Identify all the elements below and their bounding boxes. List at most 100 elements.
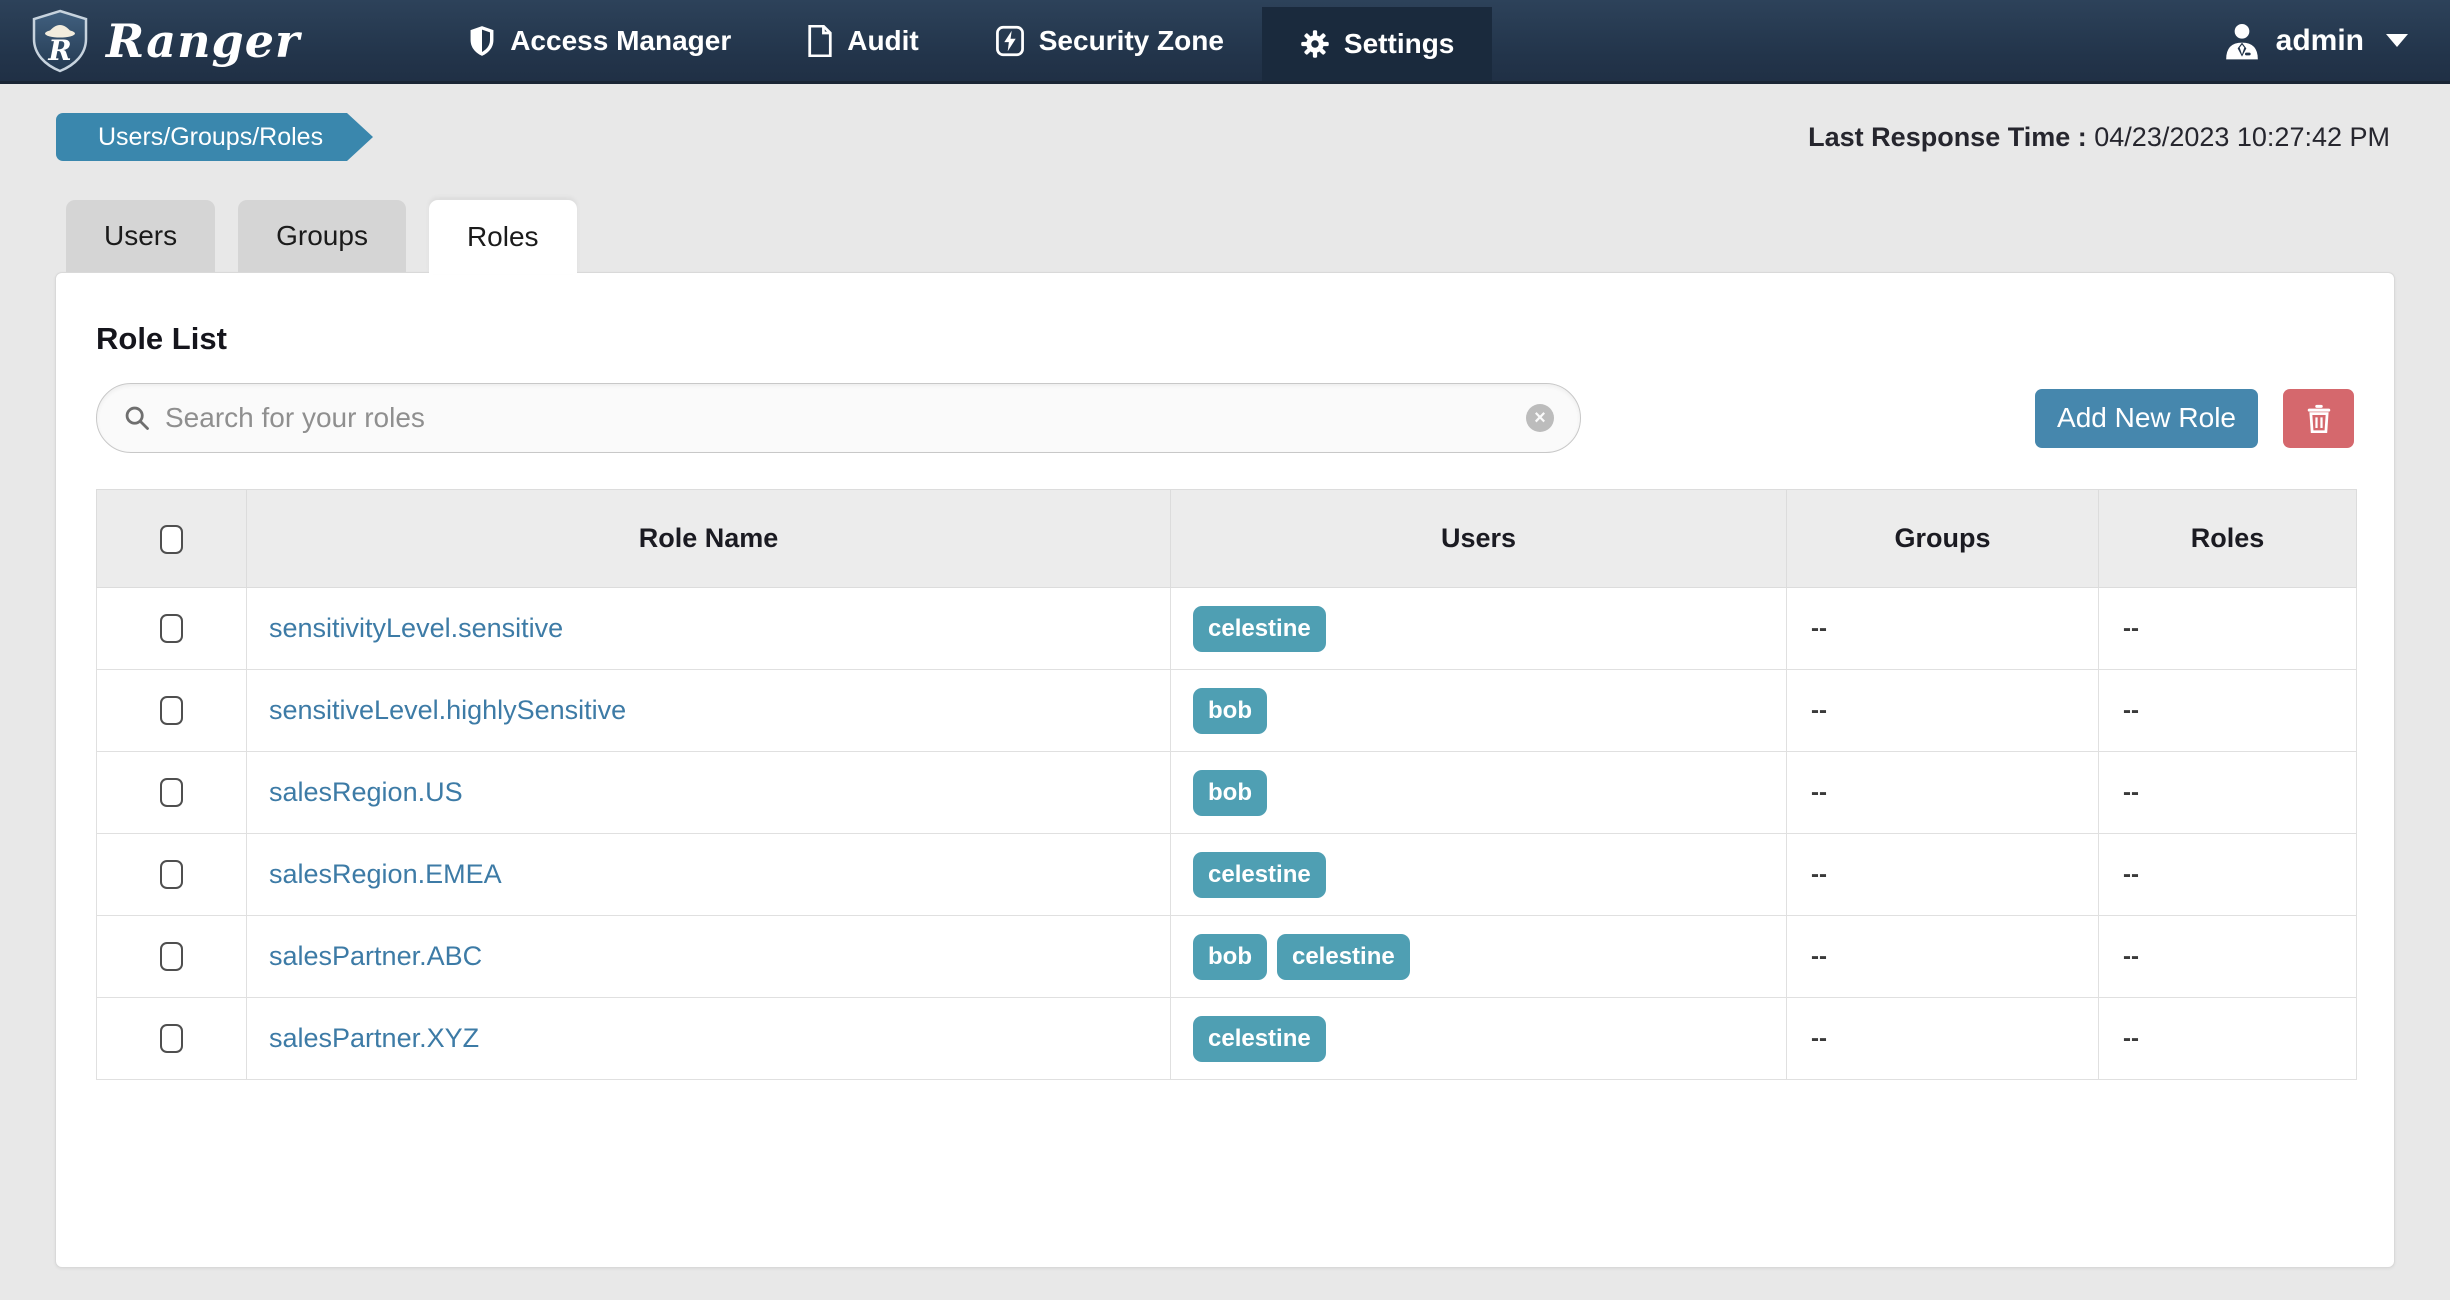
row-checkbox[interactable] (160, 1024, 183, 1053)
row-checkbox-cell (97, 588, 247, 670)
status-label: Last Response Time : (1808, 122, 2087, 152)
user-badge: celestine (1193, 606, 1326, 652)
tab-label: Roles (467, 221, 539, 253)
user-badge: celestine (1193, 852, 1326, 898)
nav-label: Audit (847, 25, 919, 57)
header-users: Users (1171, 490, 1787, 588)
role-name-link[interactable]: sensitivityLevel.sensitive (269, 613, 563, 643)
ugr-tabs: Users Groups Roles (66, 200, 2450, 272)
role-groups-cell: -- (1787, 998, 2099, 1080)
table-row: sensitiveLevel.highlySensitivebob---- (97, 670, 2357, 752)
gear-icon (1300, 29, 1330, 59)
table-row: sensitivityLevel.sensitivecelestine---- (97, 588, 2357, 670)
role-groups-cell: -- (1787, 670, 2099, 752)
role-groups-cell: -- (1787, 752, 2099, 834)
role-roles-cell: -- (2099, 916, 2357, 998)
clear-icon[interactable]: × (1526, 404, 1554, 432)
role-name-cell: sensitiveLevel.highlySensitive (247, 670, 1171, 752)
row-checkbox-cell (97, 998, 247, 1080)
file-icon (807, 25, 833, 57)
role-users-cell: celestine (1171, 998, 1787, 1080)
role-table: Role Name Users Groups Roles sensitivity… (96, 489, 2357, 1080)
table-row: salesPartner.XYZ celestine ---- (97, 998, 2357, 1080)
breadcrumb-row: Users/Groups/Roles Last Response Time : … (0, 84, 2450, 162)
row-checkbox[interactable] (160, 778, 183, 807)
nav-label: Access Manager (510, 25, 731, 57)
role-roles-cell: -- (2099, 998, 2357, 1080)
search-icon (123, 404, 151, 432)
search-input[interactable] (165, 402, 1526, 434)
user-badge: celestine (1277, 934, 1410, 980)
nav-access-manager[interactable]: Access Manager (430, 0, 769, 81)
row-checkbox-cell (97, 834, 247, 916)
tab-label: Users (104, 220, 177, 252)
row-checkbox[interactable] (160, 942, 183, 971)
tab-groups[interactable]: Groups (238, 200, 406, 272)
role-users-cell: bob (1171, 670, 1787, 752)
shield-icon (468, 25, 496, 57)
header-groups: Groups (1787, 490, 2099, 588)
role-groups-cell: -- (1787, 916, 2099, 998)
role-users-cell: bob (1171, 752, 1787, 834)
table-row: salesPartner.ABCbobcelestine---- (97, 916, 2357, 998)
header-checkbox-cell (97, 490, 247, 588)
role-users-cell: bobcelestine (1171, 916, 1787, 998)
row-checkbox[interactable] (160, 696, 183, 725)
ranger-logo[interactable]: R Ranger (30, 0, 300, 81)
nav-audit[interactable]: Audit (769, 0, 957, 81)
row-checkbox-cell (97, 916, 247, 998)
role-name-link[interactable]: salesPartner.ABC (269, 941, 482, 971)
row-checkbox-cell (97, 752, 247, 834)
role-name-link[interactable]: salesPartner.XYZ (269, 1023, 479, 1053)
ranger-shield-icon: R (30, 9, 90, 73)
role-name-link[interactable]: sensitiveLevel.highlySensitive (269, 695, 626, 725)
add-new-role-button[interactable]: Add New Role (2035, 389, 2258, 448)
role-table-body: sensitivityLevel.sensitivecelestine----s… (97, 588, 2357, 1080)
page-title: Role List (96, 321, 2354, 357)
role-name-link[interactable]: salesRegion.US (269, 777, 463, 807)
role-name-cell: sensitivityLevel.sensitive (247, 588, 1171, 670)
nav-label: Security Zone (1039, 25, 1224, 57)
nav-settings[interactable]: Settings (1262, 7, 1492, 81)
nav-security-zone[interactable]: Security Zone (957, 0, 1262, 81)
nav-label: Settings (1344, 28, 1454, 60)
brand-title: Ranger (106, 14, 300, 68)
table-row: salesRegion.US bob ---- (97, 752, 2357, 834)
row-checkbox-cell (97, 670, 247, 752)
last-response-time: Last Response Time : 04/23/2023 10:27:42… (1808, 122, 2390, 153)
username: admin (2276, 24, 2364, 58)
role-name-cell: salesPartner.ABC (247, 916, 1171, 998)
role-roles-cell: -- (2099, 588, 2357, 670)
trash-icon (2305, 403, 2333, 433)
role-name-cell: salesRegion.EMEA (247, 834, 1171, 916)
role-roles-cell: -- (2099, 834, 2357, 916)
top-navbar: R Ranger Access Manager Audit (0, 0, 2450, 84)
breadcrumb-label: Users/Groups/Roles (98, 123, 323, 152)
tab-roles[interactable]: Roles (429, 200, 577, 274)
breadcrumb[interactable]: Users/Groups/Roles (56, 113, 347, 161)
status-value: 04/23/2023 10:27:42 PM (2094, 122, 2390, 152)
user-badge: celestine (1193, 1016, 1326, 1062)
user-badge: bob (1193, 770, 1267, 816)
role-name-cell: salesRegion.US (247, 752, 1171, 834)
header-role-name: Role Name (247, 490, 1171, 588)
select-all-checkbox[interactable] (160, 525, 183, 554)
role-roles-cell: -- (2099, 670, 2357, 752)
table-row: salesRegion.EMEA celestine ---- (97, 834, 2357, 916)
row-checkbox[interactable] (160, 614, 183, 643)
main-nav: Access Manager Audit Security Zone (430, 0, 1492, 81)
table-header-row: Role Name Users Groups Roles (97, 490, 2357, 588)
row-checkbox[interactable] (160, 860, 183, 889)
roles-panel: Role List × Add New Role (55, 272, 2395, 1268)
tab-users[interactable]: Users (66, 200, 215, 272)
caret-down-icon (2386, 34, 2408, 47)
search-box: × (96, 383, 1581, 453)
delete-roles-button[interactable] (2283, 389, 2354, 448)
role-users-cell: celestine (1171, 834, 1787, 916)
role-groups-cell: -- (1787, 834, 2099, 916)
role-roles-cell: -- (2099, 752, 2357, 834)
user-icon (2222, 21, 2262, 61)
tab-label: Groups (276, 220, 368, 252)
role-name-link[interactable]: salesRegion.EMEA (269, 859, 502, 889)
user-menu[interactable]: admin (2222, 0, 2408, 81)
